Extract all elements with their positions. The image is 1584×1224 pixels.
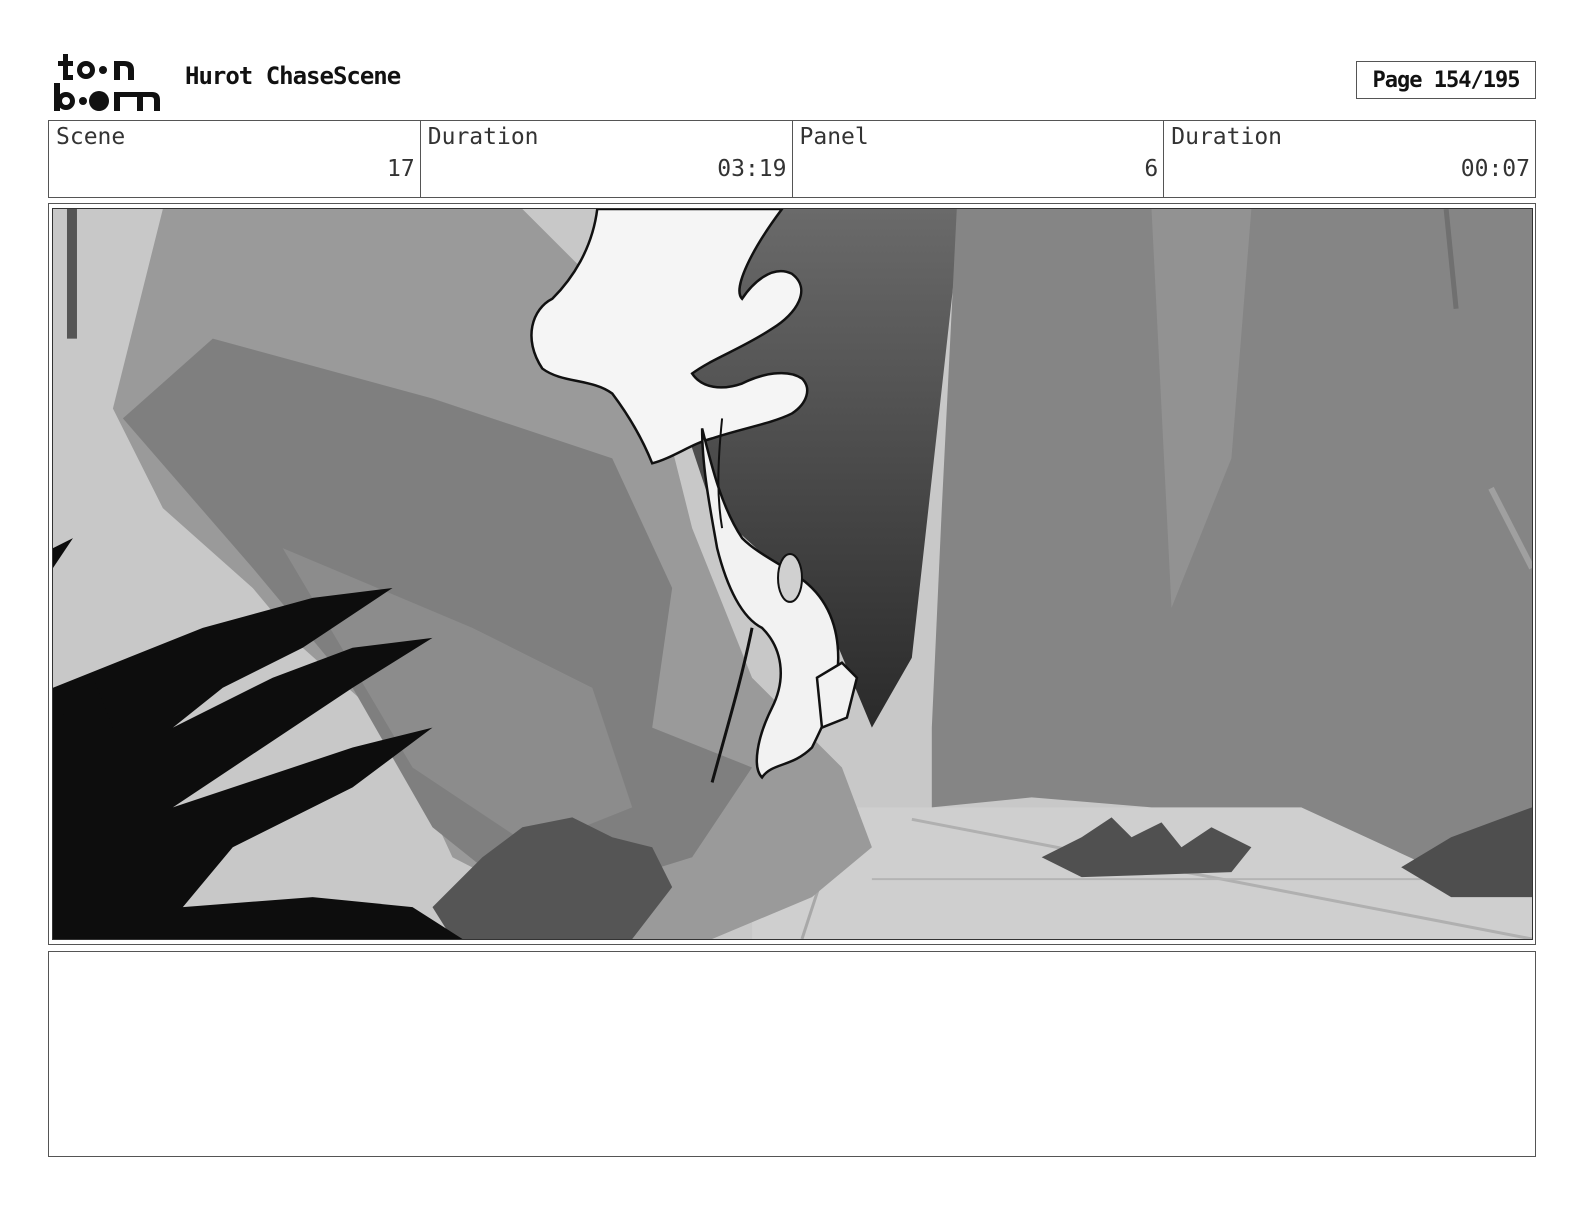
toon-boom-logo-icon (54, 54, 160, 111)
panel-notes-box (48, 951, 1536, 1157)
scene-cell: Scene 17 (49, 121, 421, 197)
panel-duration-label: Duration (1171, 124, 1283, 150)
panel-duration-cell: Duration 00:07 (1164, 121, 1535, 197)
storyboard-sketch-image (52, 208, 1533, 940)
scene-duration-label: Duration (427, 124, 539, 150)
panel-duration-value: 00:07 (1460, 156, 1530, 182)
scene-info-row: Scene 17 Duration 03:19 Panel 6 Duration… (48, 120, 1536, 198)
project-title: Hurot ChaseScene (185, 62, 401, 90)
scene-label: Scene (56, 124, 126, 150)
scene-duration-cell: Duration 03:19 (421, 121, 793, 197)
panel-value: 6 (1144, 156, 1159, 182)
panel-cell: Panel 6 (793, 121, 1165, 197)
page-number: Page 154/195 (1356, 61, 1536, 99)
scene-value: 17 (387, 156, 415, 182)
panel-label: Panel (799, 124, 869, 150)
scene-duration-value: 03:19 (717, 156, 787, 182)
